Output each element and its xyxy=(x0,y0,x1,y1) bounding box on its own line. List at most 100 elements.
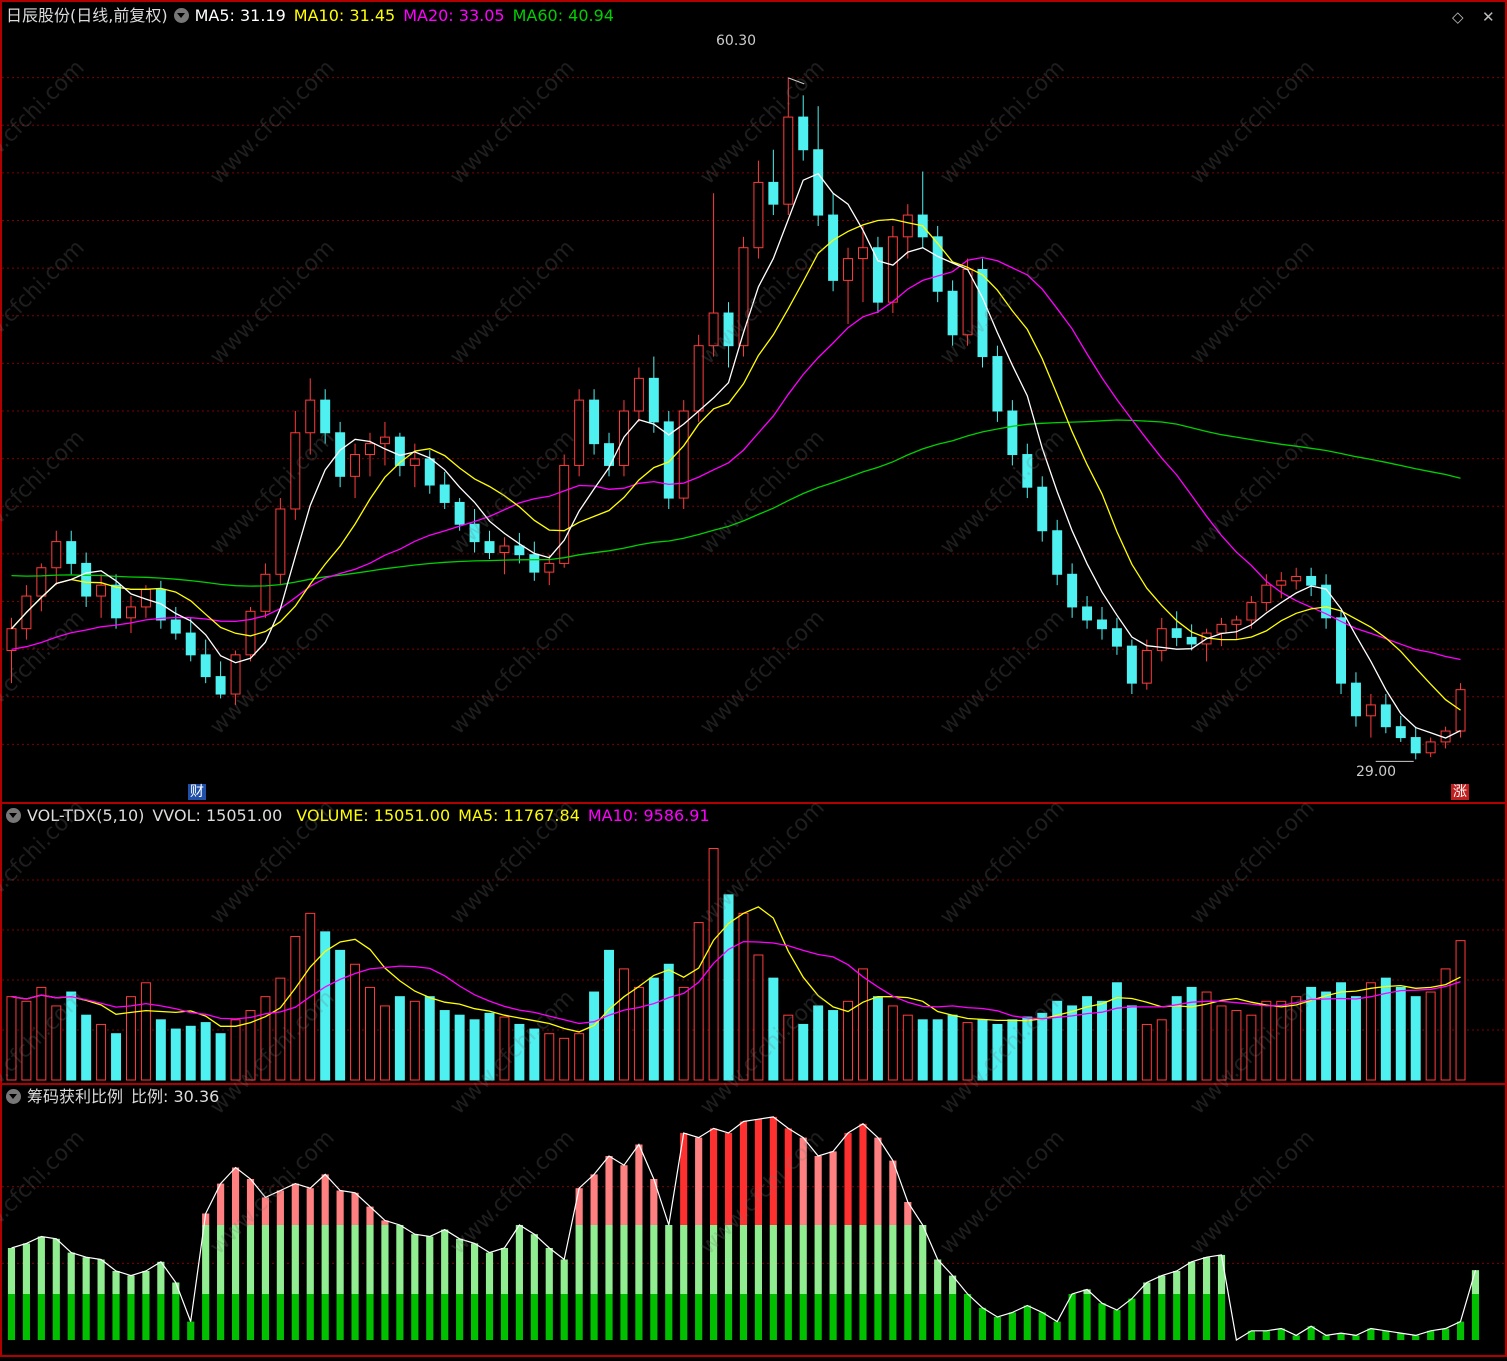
volume-bar xyxy=(1261,1000,1272,1081)
volume-bar xyxy=(828,1010,839,1081)
chip-dropdown-icon[interactable] xyxy=(6,1089,21,1104)
candle xyxy=(1007,410,1018,456)
volume-bar xyxy=(857,968,868,1081)
dropdown-icon[interactable] xyxy=(173,8,189,23)
candle xyxy=(1126,645,1137,684)
profit-bar-base xyxy=(978,1307,987,1340)
profit-bar-high xyxy=(306,1188,314,1225)
candle xyxy=(813,149,824,216)
volume-bar xyxy=(932,1019,943,1081)
profit-bar-high xyxy=(889,1160,897,1225)
profit-bar-high xyxy=(844,1133,852,1225)
profit-bar-base xyxy=(411,1294,419,1340)
ma10-line xyxy=(11,218,1461,711)
profit-bar-base xyxy=(949,1294,957,1340)
profit-bar-high xyxy=(351,1192,359,1225)
candle xyxy=(723,312,734,347)
volume-bar xyxy=(1067,1005,1078,1081)
profit-bar-mid xyxy=(381,1225,389,1294)
profit-bar-base xyxy=(874,1294,882,1340)
profit-bar-base xyxy=(351,1294,359,1340)
profit-bar-base xyxy=(306,1294,314,1340)
candle xyxy=(1395,726,1406,739)
candle xyxy=(753,181,764,249)
volume-bar xyxy=(947,1014,958,1081)
vol-dropdown-icon[interactable] xyxy=(6,808,21,823)
profit-bar-base xyxy=(1128,1298,1136,1340)
profit-bar-mid xyxy=(470,1243,479,1294)
profit-bar-base xyxy=(1068,1294,1076,1340)
profit-bar-mid xyxy=(500,1248,509,1294)
profit-bar-base xyxy=(396,1294,404,1340)
volume-bar xyxy=(1141,1023,1152,1081)
profit-bar-high xyxy=(784,1128,792,1225)
profit-bar-base xyxy=(67,1294,75,1340)
diamond-icon[interactable]: ◇ xyxy=(1452,8,1464,26)
rise-tag[interactable]: 涨 xyxy=(1451,784,1469,800)
candle xyxy=(798,116,809,151)
profit-bar-mid xyxy=(680,1225,688,1294)
profit-bar-high xyxy=(769,1116,777,1225)
candle xyxy=(1231,619,1242,625)
volume-bar xyxy=(559,1037,570,1081)
candle xyxy=(1350,682,1361,717)
profit-bar-base xyxy=(859,1294,867,1340)
candle xyxy=(66,541,77,564)
vol-name: VOL-TDX(5,10) xyxy=(27,806,145,825)
profit-bar-high xyxy=(575,1188,583,1225)
chip-header: 筹码获利比例 比例: 30.36 xyxy=(6,1087,227,1107)
candle xyxy=(1276,580,1287,586)
close-icon[interactable]: ✕ xyxy=(1482,8,1495,26)
volume-bar xyxy=(723,894,734,1081)
profit-bar-base xyxy=(366,1294,374,1340)
volume-bar xyxy=(872,996,883,1081)
candle xyxy=(768,181,779,205)
candle xyxy=(1336,617,1347,684)
profit-bar-high xyxy=(724,1133,733,1225)
finance-tag[interactable]: 财 xyxy=(188,784,206,800)
volume-bar xyxy=(1156,1019,1167,1081)
profit-bar-mid xyxy=(859,1225,867,1294)
profit-bar-high xyxy=(739,1121,748,1225)
volume-bar xyxy=(1022,1016,1033,1081)
candle xyxy=(693,345,704,412)
profit-bar-base xyxy=(590,1294,598,1340)
profit-bar-base xyxy=(934,1294,942,1340)
high-price-label: 60.30 xyxy=(716,33,757,49)
profit-bar-base xyxy=(889,1294,897,1340)
profit-bar-mid xyxy=(217,1225,225,1294)
vol-ma10-line xyxy=(11,940,1461,1025)
volume-bar xyxy=(663,963,674,1081)
volume-bar xyxy=(36,986,47,1081)
profit-bar-base xyxy=(381,1294,389,1340)
profit-bar-mid xyxy=(769,1225,777,1294)
candle xyxy=(1141,649,1152,684)
profit-bar-high xyxy=(246,1179,255,1225)
profit-bar-mid xyxy=(291,1225,299,1294)
profit-bar-base xyxy=(336,1294,344,1340)
candle xyxy=(529,554,540,573)
profit-bar-base xyxy=(456,1294,464,1340)
profit-bar-mid xyxy=(829,1225,837,1294)
profit-bar-mid xyxy=(1217,1254,1226,1294)
volume-bar xyxy=(678,986,689,1081)
candle xyxy=(1022,454,1033,488)
candle xyxy=(1261,584,1272,604)
volume-bar xyxy=(215,1033,226,1081)
candle xyxy=(6,628,17,651)
profit-bar-high xyxy=(814,1156,822,1225)
profit-bar-mid xyxy=(1202,1257,1211,1294)
volume-bar xyxy=(379,1005,390,1081)
profit-bar-mid xyxy=(97,1259,105,1294)
volume-bar xyxy=(648,977,659,1081)
candle xyxy=(454,501,465,525)
low-price-label: 29.00 xyxy=(1356,764,1397,780)
stock-title[interactable]: 日辰股份(日线,前复权) xyxy=(6,6,168,25)
profit-bar-base xyxy=(1143,1294,1151,1340)
profit-bar-mid xyxy=(351,1225,359,1294)
vol-ma10-value: MA10: 9586.91 xyxy=(587,806,710,825)
candle xyxy=(424,458,435,486)
profit-bar-mid xyxy=(67,1252,75,1294)
profit-bar-base xyxy=(1113,1310,1121,1340)
profit-bar-base xyxy=(112,1294,120,1340)
